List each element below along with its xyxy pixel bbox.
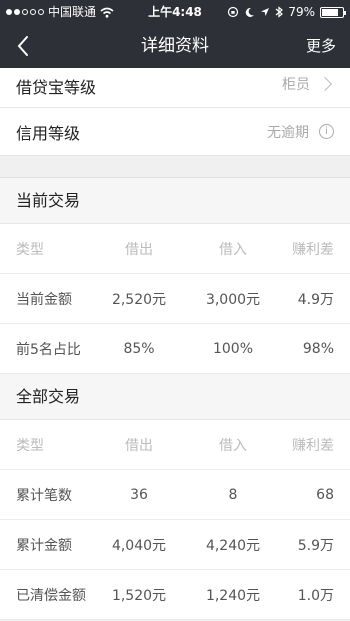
moon-icon — [246, 7, 255, 17]
info-block: 借贷宝等级 柜员 信用等级 无逾期 i — [0, 68, 350, 156]
loan-level-value-group: 柜员 — [282, 74, 334, 94]
section-gap — [0, 156, 350, 178]
column-header: 借入 — [219, 437, 247, 454]
table-header-row: 类型 借出 借入 赚利差 — [0, 420, 350, 470]
loan-level-value: 柜员 — [282, 77, 310, 93]
table-cell: 1.0万 — [297, 587, 334, 604]
table-cell: 4.9万 — [297, 291, 334, 308]
chevron-right-icon — [317, 76, 333, 92]
table-row: 已清偿金额 1,520元 1,240元 1.0万 — [0, 570, 350, 620]
table-row: 累计金额 4,040元 4,240元 5.9万 — [0, 520, 350, 570]
battery-icon — [320, 6, 346, 18]
current-trade-table: 类型 借出 借入 赚利差 当前金额 2,520元 3,000元 4.9万 前5名… — [0, 224, 350, 374]
table-cell: 4,240元 — [205, 537, 261, 554]
table-cell: 100% — [212, 340, 254, 357]
bluetooth-icon — [275, 6, 284, 18]
column-header: 借入 — [219, 241, 247, 258]
all-trade-table: 类型 借出 借入 赚利差 累计笔数 36 8 68 累计金额 4,040元 4,… — [0, 420, 350, 620]
screen: 中国联通 上午4:48 79% 详细资料 更多 借贷宝等级 柜员 信用等级 无逾… — [0, 0, 350, 621]
orientation-lock-icon — [228, 6, 239, 18]
table-cell: 5.9万 — [297, 537, 334, 554]
column-header: 赚利差 — [292, 437, 334, 454]
page-title: 详细资料 — [141, 36, 209, 56]
table-row: 累计笔数 36 8 68 — [0, 470, 350, 520]
table-cell: 98% — [302, 340, 334, 357]
column-header: 借出 — [125, 437, 153, 454]
loan-level-label: 借贷宝等级 — [16, 78, 97, 97]
table-cell: 1,520元 — [111, 587, 167, 604]
row-label: 已清偿金额 — [16, 587, 86, 604]
table-cell: 68 — [316, 486, 334, 503]
table-header-row: 类型 借出 借入 赚利差 — [0, 224, 350, 274]
column-header: 类型 — [16, 437, 44, 454]
table-cell: 4,040元 — [111, 537, 167, 554]
table-cell: 36 — [130, 486, 148, 503]
nav-bar: 详细资料 更多 — [0, 24, 350, 68]
row-label: 前5名占比 — [16, 341, 81, 358]
info-icon[interactable]: i — [319, 124, 334, 139]
current-trade-header: 当前交易 — [0, 178, 350, 224]
battery-percent: 79% — [288, 5, 315, 19]
column-header: 赚利差 — [292, 241, 334, 258]
column-header: 类型 — [16, 241, 44, 258]
table-cell: 1,240元 — [205, 587, 261, 604]
status-bar: 中国联通 上午4:48 79% — [0, 0, 350, 24]
table-cell: 85% — [123, 340, 155, 357]
more-button[interactable]: 更多 — [306, 24, 336, 68]
table-cell: 2,520元 — [111, 291, 167, 308]
credit-level-value: 无逾期 — [267, 124, 309, 141]
table-cell: 8 — [228, 486, 238, 503]
credit-level-label: 信用等级 — [16, 123, 81, 143]
credit-level-row: 信用等级 无逾期 i — [0, 108, 350, 156]
battery-fill — [322, 8, 338, 16]
table-row: 前5名占比 85% 100% 98% — [0, 324, 350, 374]
status-right: 79% — [227, 0, 346, 24]
loan-level-row[interactable]: 借贷宝等级 柜员 — [0, 68, 350, 108]
row-label: 累计笔数 — [16, 487, 72, 504]
row-label: 当前金额 — [16, 291, 72, 308]
table-row: 当前金额 2,520元 3,000元 4.9万 — [0, 274, 350, 324]
all-trade-header: 全部交易 — [0, 374, 350, 420]
column-header: 借出 — [125, 241, 153, 258]
location-arrow-icon — [261, 8, 270, 16]
row-label: 累计金额 — [16, 537, 72, 554]
table-cell: 3,000元 — [205, 291, 261, 308]
top-bar: 中国联通 上午4:48 79% 详细资料 更多 — [0, 0, 350, 68]
credit-level-value-group: 无逾期 i — [267, 122, 334, 142]
